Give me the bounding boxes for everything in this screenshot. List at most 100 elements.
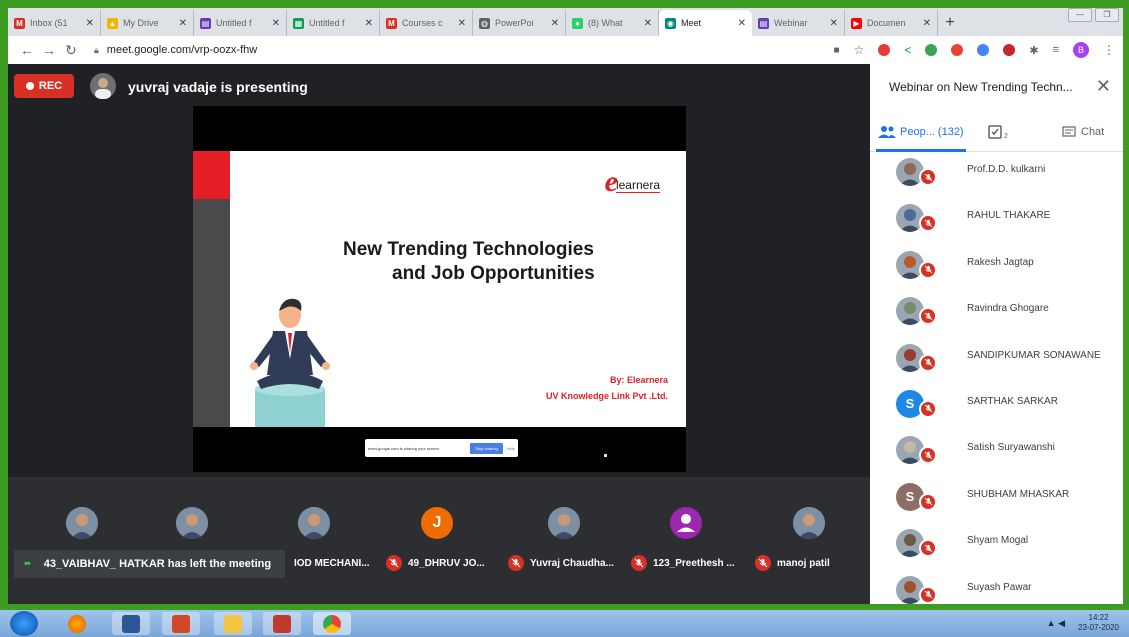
record-dot-icon [25, 82, 34, 90]
participant-tile-name: manoj patil [755, 554, 830, 572]
close-tab-icon[interactable]: ✕ [179, 18, 187, 29]
participant-name: SHUBHAM MHASKAR [967, 488, 1070, 500]
tab-chat-label: Chat [1081, 126, 1105, 138]
meeting-details-panel: Webinar on New Trending Techn... ✕ Peop.… [870, 64, 1123, 604]
participant-row[interactable]: Suyash Pawar [870, 570, 1123, 616]
address-bar[interactable]: 🔒︎ meet.google.com/vrp-oozx-fhw [94, 44, 257, 56]
browser-tab[interactable]: ▶ Documen ✕ [845, 10, 938, 36]
clock[interactable]: 14:22 23-07-2020 [1078, 613, 1119, 633]
close-tab-icon[interactable]: ✕ [365, 18, 373, 29]
participant-avatar [793, 507, 825, 539]
clock-time: 14:22 [1088, 613, 1109, 622]
extension-icon[interactable] [1003, 44, 1016, 56]
tab-activities[interactable]: 2 [988, 112, 1008, 152]
participant-avatar: J [421, 507, 453, 539]
participant-tile-name: Yuvraj Chaudha... [508, 554, 614, 572]
participant-name: Rakesh Jagtap [967, 256, 1034, 268]
mic-off-icon [919, 539, 937, 558]
hide-button[interactable]: Hide [507, 446, 515, 451]
browser-tab[interactable]: ▲ My Drive ✕ [101, 10, 194, 36]
participant-row[interactable]: SANDIPKUMAR SONAWANE [870, 338, 1123, 384]
camera-icon[interactable]: ■ [834, 45, 840, 56]
browser-tab[interactable]: ▤ Untitled f ✕ [194, 10, 287, 36]
tab-people[interactable]: Peop... (132) [878, 112, 964, 152]
participant-name: Ravindra Ghogare [967, 303, 1049, 315]
word-taskbar-icon[interactable] [112, 612, 150, 635]
file-explorer-taskbar-icon[interactable] [214, 612, 252, 635]
mic-off-icon [919, 399, 937, 418]
close-tab-icon[interactable]: ✕ [551, 18, 559, 29]
share-icon[interactable]: < [904, 43, 911, 57]
gmail-icon: M [386, 17, 397, 29]
mic-off-icon [919, 353, 937, 372]
browser-tab[interactable]: ▦ Untitled f ✕ [287, 10, 380, 36]
participant-row[interactable]: Shyam Mogal [870, 523, 1123, 569]
participant-row[interactable]: Rakesh Jagtap [870, 245, 1123, 291]
close-tab-icon[interactable]: ✕ [86, 18, 94, 29]
participant-row[interactable]: S SARTHAK SARKAR [870, 384, 1123, 430]
tab-chat[interactable]: Chat [1062, 112, 1104, 152]
windows-taskbar: ▲ ◀︎ 14:22 23-07-2020 [0, 610, 1129, 637]
mic-off-icon [631, 555, 647, 571]
participant-row[interactable]: Prof.D.D. kulkarni [870, 152, 1123, 198]
chrome-taskbar-icon[interactable] [313, 612, 351, 635]
meet-main-stage: REC yuvraj vadaje is presenting e learne… [8, 64, 870, 604]
browser-tab[interactable]: M Inbox (51 ✕ [8, 10, 101, 36]
participant-tile-name: IOD MECHANI... [294, 554, 370, 572]
restore-icon[interactable]: ❐ [1095, 8, 1119, 22]
browser-tab[interactable]: ● (8) What ✕ [566, 10, 659, 36]
forward-arrow-icon[interactable]: → [38, 42, 60, 58]
participant-name: RAHUL THAKARE [967, 210, 1051, 222]
browser-tab[interactable]: ▤ Webinar ✕ [752, 10, 845, 36]
menu-kebab-icon[interactable]: ⋮ [1103, 43, 1115, 57]
powerpoint-taskbar-icon[interactable] [162, 612, 200, 635]
participant-name: 123_Preethesh ... [653, 557, 735, 569]
tab-search-icon[interactable]: ≡ [1053, 44, 1059, 56]
puzzle-icon[interactable]: ✱ [1029, 44, 1038, 57]
activities-count: 2 [1004, 132, 1008, 140]
browser-tab-label: PowerPoi [495, 18, 534, 28]
participant-row[interactable]: S SHUBHAM MHASKAR [870, 477, 1123, 523]
bookmark-star-icon[interactable]: ☆ [854, 43, 865, 57]
close-tab-icon[interactable]: ✕ [644, 18, 652, 29]
browser-tab[interactable]: M Courses c ✕ [380, 10, 473, 36]
mic-off-icon [919, 446, 937, 465]
participant-tile-name: 49_DHRUV JO... [386, 554, 485, 572]
start-button-icon[interactable] [10, 611, 38, 636]
reload-icon[interactable]: ↻ [60, 42, 82, 59]
close-tab-icon[interactable]: ✕ [830, 18, 838, 29]
back-arrow-icon[interactable]: ← [16, 42, 38, 58]
browser-tab[interactable]: ◍ PowerPoi ✕ [473, 10, 566, 36]
mic-off-icon [919, 168, 937, 186]
firefox-taskbar-icon[interactable] [58, 612, 96, 635]
extension-icon[interactable] [925, 44, 938, 56]
browser-tab[interactable]: ◉ Meet ✕ [659, 10, 752, 36]
close-tab-icon[interactable]: ✕ [272, 18, 280, 29]
minimize-icon[interactable]: — [1068, 8, 1092, 22]
browser-tab-label: Untitled f [309, 18, 345, 28]
system-tray-icons[interactable]: ▲ ◀︎ [1047, 618, 1065, 629]
whatsapp-icon: ● [572, 17, 583, 29]
close-tab-icon[interactable]: ✕ [923, 18, 931, 29]
profile-avatar[interactable]: B [1073, 42, 1089, 58]
close-tab-icon[interactable]: ✕ [738, 18, 746, 29]
participant-row[interactable]: Ravindra Ghogare [870, 291, 1123, 337]
rec-label: REC [38, 80, 63, 92]
browser-tab-label: (8) What [588, 18, 623, 28]
participants-list[interactable]: Prof.D.D. kulkarni RAHUL THAKARE Rakesh Ja… [870, 152, 1123, 616]
close-icon[interactable]: ✕ [1096, 76, 1111, 97]
extension-icon[interactable] [951, 44, 964, 56]
participant-row[interactable]: Satish Suryawanshi [870, 430, 1123, 476]
lock-icon: 🔒︎ [94, 44, 99, 55]
new-tab-button[interactable]: + [938, 10, 962, 36]
participant-name: Yuvraj Chaudha... [530, 557, 614, 569]
screen-sharing-notice: meet.google.com is sharing your screen. … [365, 439, 518, 457]
elearnera-logo: e learnera [605, 167, 660, 197]
stop-sharing-button[interactable]: Stop sharing [470, 442, 503, 454]
close-tab-icon[interactable]: ✕ [458, 18, 466, 29]
screen-share-view: e learnera New Trending Technologies and… [193, 106, 686, 472]
participant-row[interactable]: RAHUL THAKARE [870, 198, 1123, 244]
pdf-taskbar-icon[interactable] [263, 612, 301, 635]
extension-icon[interactable] [878, 44, 891, 56]
extension-icon[interactable] [977, 44, 990, 56]
